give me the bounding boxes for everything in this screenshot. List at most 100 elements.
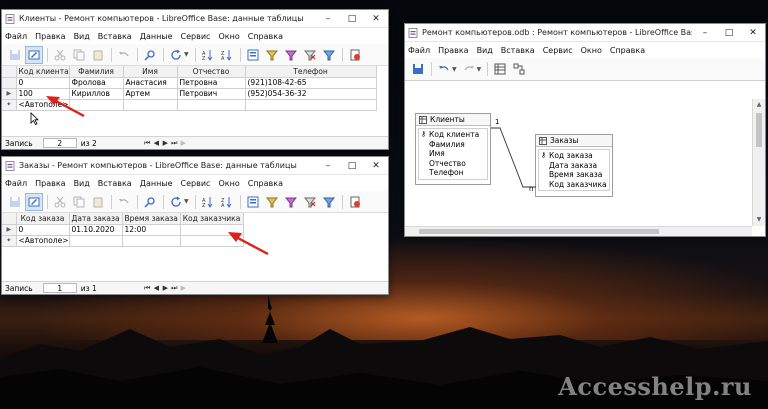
- cell[interactable]: Петровна: [177, 77, 246, 89]
- record-number-field[interactable]: 2: [42, 138, 77, 148]
- menu-window[interactable]: Окно: [581, 46, 602, 55]
- column-header[interactable]: Телефон: [245, 66, 377, 78]
- redo-icon[interactable]: [460, 60, 478, 78]
- scroll-up-icon[interactable]: ▲: [753, 99, 765, 111]
- column-header[interactable]: Отчество: [177, 66, 246, 78]
- corner-cell[interactable]: [2, 66, 17, 78]
- cell[interactable]: Анастасия: [123, 77, 178, 89]
- relation-link[interactable]: [405, 99, 745, 219]
- undo-icon[interactable]: [115, 46, 133, 64]
- menu-tools[interactable]: Сервис: [181, 179, 211, 188]
- menu-view[interactable]: Вид: [74, 32, 90, 41]
- cell[interactable]: (952)054-36-32: [245, 88, 377, 100]
- menu-help[interactable]: Справка: [248, 32, 283, 41]
- menu-data[interactable]: Данные: [140, 179, 173, 188]
- scroll-thumb[interactable]: [419, 229, 659, 234]
- menu-file[interactable]: Файл: [408, 46, 430, 55]
- column-header[interactable]: Код клиента: [16, 66, 70, 78]
- column-header[interactable]: Имя: [123, 66, 178, 78]
- save-icon[interactable]: [409, 60, 427, 78]
- new-record-icon[interactable]: ✦: [2, 235, 17, 247]
- paste-icon[interactable]: [89, 46, 107, 64]
- menu-window[interactable]: Окно: [218, 32, 239, 41]
- vertical-scrollbar[interactable]: ▲ ▼: [752, 99, 765, 226]
- cell[interactable]: <Автополе>: [16, 235, 70, 247]
- column-header[interactable]: Код заказа: [16, 213, 70, 225]
- sort-asc-icon[interactable]: AZ: [199, 46, 217, 64]
- edit-mode-icon[interactable]: [25, 45, 43, 64]
- cell[interactable]: Артем: [123, 88, 178, 100]
- table-row[interactable]: 0 Фролова Анастасия Петровна (921)108-42…: [2, 77, 377, 89]
- new-relation-icon[interactable]: [510, 60, 528, 78]
- menu-edit[interactable]: Правка: [438, 46, 468, 55]
- menu-edit[interactable]: Правка: [35, 32, 65, 41]
- undo-icon[interactable]: [115, 193, 133, 211]
- first-record-icon[interactable]: ⏮: [143, 139, 152, 148]
- form-view-icon[interactable]: [244, 193, 262, 211]
- minimize-button[interactable]: –: [316, 157, 340, 175]
- cell[interactable]: [123, 99, 178, 111]
- close-button[interactable]: ✕: [741, 24, 765, 42]
- scroll-thumb[interactable]: [756, 113, 762, 147]
- cell[interactable]: (921)108-42-65: [245, 77, 377, 89]
- cell[interactable]: Петрович: [177, 88, 246, 100]
- form-view-icon[interactable]: [244, 46, 262, 64]
- data-source-icon[interactable]: [346, 193, 364, 211]
- filter-off-icon[interactable]: [301, 46, 319, 64]
- cut-icon[interactable]: [51, 193, 69, 211]
- menu-edit[interactable]: Правка: [35, 179, 65, 188]
- record-number-field[interactable]: 1: [42, 283, 77, 293]
- cell[interactable]: [69, 235, 123, 247]
- autofilter-icon[interactable]: [263, 193, 281, 211]
- menu-help[interactable]: Справка: [610, 46, 645, 55]
- menu-file[interactable]: Файл: [5, 32, 27, 41]
- sort-desc-icon[interactable]: ZA: [218, 193, 236, 211]
- sort-asc-icon[interactable]: AZ: [199, 193, 217, 211]
- minimize-button[interactable]: –: [316, 10, 340, 28]
- current-row-pointer-icon[interactable]: ▶: [2, 88, 17, 100]
- cell[interactable]: [122, 235, 181, 247]
- column-header[interactable]: Код заказчика: [180, 213, 244, 225]
- next-record-icon[interactable]: ▶: [161, 284, 170, 292]
- next-record-icon[interactable]: ▶: [161, 139, 170, 147]
- relations-canvas[interactable]: Клиенты ⚷ Код клиента Фамилия Имя Отчеств…: [405, 99, 752, 226]
- close-button[interactable]: ✕: [364, 10, 388, 28]
- column-header[interactable]: Фамилия: [69, 66, 124, 78]
- cell[interactable]: [69, 99, 124, 111]
- cell[interactable]: 01.10.2020: [69, 224, 123, 236]
- menu-insert[interactable]: Вставка: [98, 179, 132, 188]
- titlebar[interactable]: Клиенты - Ремонт компьютеров - LibreOffi…: [2, 10, 388, 28]
- menu-view[interactable]: Вид: [477, 46, 493, 55]
- prev-record-icon[interactable]: ◀: [152, 139, 161, 147]
- save-icon[interactable]: [6, 193, 24, 211]
- copy-icon[interactable]: [70, 193, 88, 211]
- new-record-nav-icon[interactable]: ▶: [179, 139, 188, 147]
- advanced-filter-icon[interactable]: [320, 46, 338, 64]
- minimize-button[interactable]: –: [693, 24, 717, 42]
- undo-icon[interactable]: [435, 60, 453, 78]
- cell[interactable]: 12:00: [122, 224, 181, 236]
- column-header[interactable]: Время заказа: [122, 213, 181, 225]
- menu-help[interactable]: Справка: [248, 179, 283, 188]
- add-tables-icon[interactable]: [491, 60, 509, 78]
- maximize-button[interactable]: □: [340, 10, 364, 28]
- menu-insert[interactable]: Вставка: [501, 46, 535, 55]
- refresh-icon[interactable]: [167, 193, 185, 211]
- titlebar[interactable]: Заказы - Ремонт компьютеров - LibreOffic…: [2, 157, 388, 175]
- data-source-icon[interactable]: [346, 46, 364, 64]
- cell[interactable]: 0: [16, 224, 70, 236]
- column-header[interactable]: Дата заказа: [69, 213, 123, 225]
- close-button[interactable]: ✕: [364, 157, 388, 175]
- cell[interactable]: [180, 235, 244, 247]
- cell[interactable]: [245, 99, 377, 111]
- maximize-button[interactable]: □: [340, 157, 364, 175]
- cut-icon[interactable]: [51, 46, 69, 64]
- cell[interactable]: Кириллов: [69, 88, 124, 100]
- last-record-icon[interactable]: ⏭: [170, 284, 179, 293]
- menu-view[interactable]: Вид: [74, 179, 90, 188]
- standard-filter-icon[interactable]: [282, 193, 300, 211]
- find-icon[interactable]: [141, 193, 159, 211]
- new-record-row[interactable]: ✦ <Автополе>: [2, 235, 244, 247]
- menu-file[interactable]: Файл: [5, 179, 27, 188]
- cell[interactable]: 100: [16, 88, 70, 100]
